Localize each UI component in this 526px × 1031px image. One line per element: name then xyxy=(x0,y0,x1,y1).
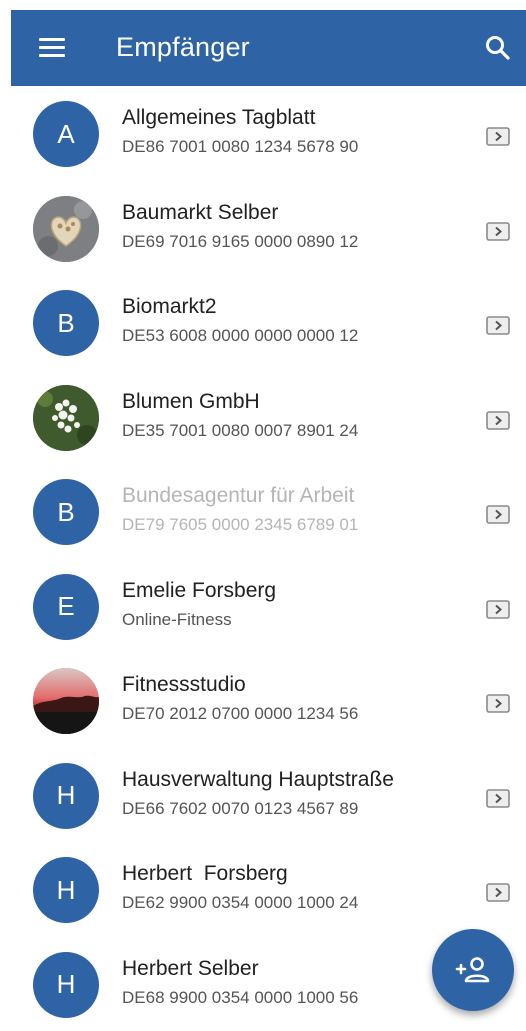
recipient-iban: DE62 9900 0354 0000 1000 24 xyxy=(122,893,358,913)
recipient-row[interactable]: Blumen GmbH DE35 7001 0080 0007 8901 24 xyxy=(11,370,526,465)
details-arrow-icon[interactable] xyxy=(486,883,510,902)
details-arrow-icon[interactable] xyxy=(486,789,510,808)
recipient-iban: DE79 7605 0000 2345 6789 01 xyxy=(122,515,358,535)
recipient-name: Allgemeines Tagblatt xyxy=(122,106,315,130)
recipient-row[interactable]: E Emelie Forsberg Online-Fitness xyxy=(11,559,526,654)
recipient-iban: DE86 7001 0080 1234 5678 90 xyxy=(122,137,358,157)
details-arrow-icon[interactable] xyxy=(486,127,510,146)
details-arrow-icon[interactable] xyxy=(486,505,510,524)
recipient-name: Emelie Forsberg xyxy=(122,579,276,603)
hamburger-menu-icon[interactable] xyxy=(39,38,65,58)
recipient-row[interactable]: B Biomarkt2 DE53 6008 0000 0000 0000 12 xyxy=(11,275,526,370)
avatar: A xyxy=(33,101,99,167)
recipient-iban: DE35 7001 0080 0007 8901 24 xyxy=(122,421,358,441)
recipient-row[interactable]: H Hausverwaltung Hauptstraße DE66 7602 0… xyxy=(11,748,526,843)
avatar-photo-heart-stones xyxy=(33,196,99,262)
recipient-name: Baumarkt Selber xyxy=(122,201,278,225)
avatar: H xyxy=(33,763,99,829)
avatar: H xyxy=(33,952,99,1018)
add-person-icon xyxy=(453,955,493,985)
recipient-name: Herbert Forsberg xyxy=(122,862,288,886)
avatar: B xyxy=(33,479,99,545)
recipient-iban: DE69 7016 9165 0000 0890 12 xyxy=(122,232,358,252)
recipient-name: Fitnessstudio xyxy=(122,673,246,697)
search-icon[interactable] xyxy=(484,34,512,62)
recipient-row[interactable]: B Bundesagentur für Arbeit DE79 7605 000… xyxy=(11,464,526,559)
recipient-iban: DE66 7602 0070 0123 4567 89 xyxy=(122,799,358,819)
avatar-photo-sunset xyxy=(33,668,99,734)
details-arrow-icon[interactable] xyxy=(486,600,510,619)
app-bar: Empfänger xyxy=(11,10,526,86)
recipient-list: A Allgemeines Tagblatt DE86 7001 0080 12… xyxy=(11,86,526,1031)
recipient-name: Blumen GmbH xyxy=(122,390,260,414)
page-title: Empfänger xyxy=(116,32,250,63)
avatar: B xyxy=(33,290,99,356)
recipient-iban: DE53 6008 0000 0000 0000 12 xyxy=(122,326,358,346)
recipient-iban: DE70 2012 0700 0000 1234 56 xyxy=(122,704,358,724)
recipient-name: Herbert Selber xyxy=(122,957,259,981)
recipient-row[interactable]: Fitnessstudio DE70 2012 0700 0000 1234 5… xyxy=(11,653,526,748)
recipient-row[interactable]: A Allgemeines Tagblatt DE86 7001 0080 12… xyxy=(11,86,526,181)
recipient-iban: DE68 9900 0354 0000 1000 56 xyxy=(122,988,358,1008)
recipient-row[interactable]: Baumarkt Selber DE69 7016 9165 0000 0890… xyxy=(11,181,526,276)
add-recipient-button[interactable] xyxy=(432,929,514,1011)
recipient-description: Online-Fitness xyxy=(122,610,232,630)
recipient-name: Bundesagentur für Arbeit xyxy=(122,484,354,508)
recipient-name: Biomarkt2 xyxy=(122,295,217,319)
details-arrow-icon[interactable] xyxy=(486,222,510,241)
avatar: E xyxy=(33,574,99,640)
recipient-row[interactable]: H Herbert Forsberg DE62 9900 0354 0000 1… xyxy=(11,842,526,937)
recipient-name: Hausverwaltung Hauptstraße xyxy=(122,768,394,792)
avatar-photo-flowers xyxy=(33,385,99,451)
details-arrow-icon[interactable] xyxy=(486,411,510,430)
details-arrow-icon[interactable] xyxy=(486,316,510,335)
avatar: H xyxy=(33,857,99,923)
details-arrow-icon[interactable] xyxy=(486,694,510,713)
